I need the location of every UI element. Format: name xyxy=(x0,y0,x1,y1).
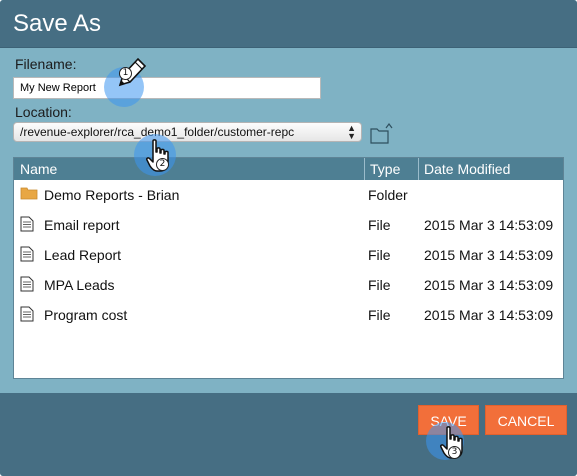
save-as-dialog: Save As Filename: Location: /revenue-exp… xyxy=(0,0,577,476)
dialog-title-bar: Save As xyxy=(0,0,577,48)
file-name: Demo Reports - Brian xyxy=(44,187,180,203)
filename-label: Filename: xyxy=(15,56,77,72)
file-name: Program cost xyxy=(44,307,128,323)
file-date: 2015 Mar 3 14:53:09 xyxy=(424,307,554,323)
select-arrows-icon: ▲ ▼ xyxy=(347,123,356,141)
file-type: File xyxy=(368,247,391,263)
document-icon xyxy=(20,306,34,322)
list-item[interactable]: Program cost File 2015 Mar 3 14:53:09 xyxy=(14,301,563,331)
column-divider xyxy=(364,158,365,180)
folder-icon xyxy=(20,187,38,200)
file-name: Email report xyxy=(44,217,120,233)
file-date: 2015 Mar 3 14:53:09 xyxy=(424,247,554,263)
cancel-button[interactable]: CANCEL xyxy=(485,405,567,435)
column-divider xyxy=(418,158,419,180)
list-item[interactable]: MPA Leads File 2015 Mar 3 14:53:09 xyxy=(14,271,563,301)
dialog-title: Save As xyxy=(13,10,102,37)
document-icon xyxy=(20,216,34,232)
step-badge: 1 xyxy=(119,67,132,80)
file-type: Folder xyxy=(368,187,408,203)
column-header-name[interactable]: Name xyxy=(20,161,57,177)
step-badge: 2 xyxy=(156,158,169,171)
file-name: MPA Leads xyxy=(44,277,115,293)
file-list: Name Type Date Modified Demo Reports - B… xyxy=(13,157,564,379)
list-item[interactable]: Email report File 2015 Mar 3 14:53:09 xyxy=(14,211,563,241)
step-badge: 3 xyxy=(448,446,461,459)
document-icon xyxy=(20,276,34,292)
file-name: Lead Report xyxy=(44,247,122,263)
new-folder-icon[interactable] xyxy=(369,123,393,145)
filename-input[interactable] xyxy=(13,77,321,99)
location-select[interactable]: /revenue-explorer/rca_demo1_folder/custo… xyxy=(13,122,362,142)
file-list-header: Name Type Date Modified xyxy=(14,158,563,180)
document-icon xyxy=(20,246,34,262)
location-label: Location: xyxy=(15,104,72,120)
list-item[interactable]: Demo Reports - Brian Folder xyxy=(14,181,563,211)
column-header-type[interactable]: Type xyxy=(370,161,400,177)
file-date: 2015 Mar 3 14:53:09 xyxy=(424,277,554,293)
file-type: File xyxy=(368,277,391,293)
file-type: File xyxy=(368,217,391,233)
column-header-date[interactable]: Date Modified xyxy=(424,161,510,177)
list-item[interactable]: Lead Report File 2015 Mar 3 14:53:09 xyxy=(14,241,563,271)
file-type: File xyxy=(368,307,391,323)
file-date: 2015 Mar 3 14:53:09 xyxy=(424,217,554,233)
